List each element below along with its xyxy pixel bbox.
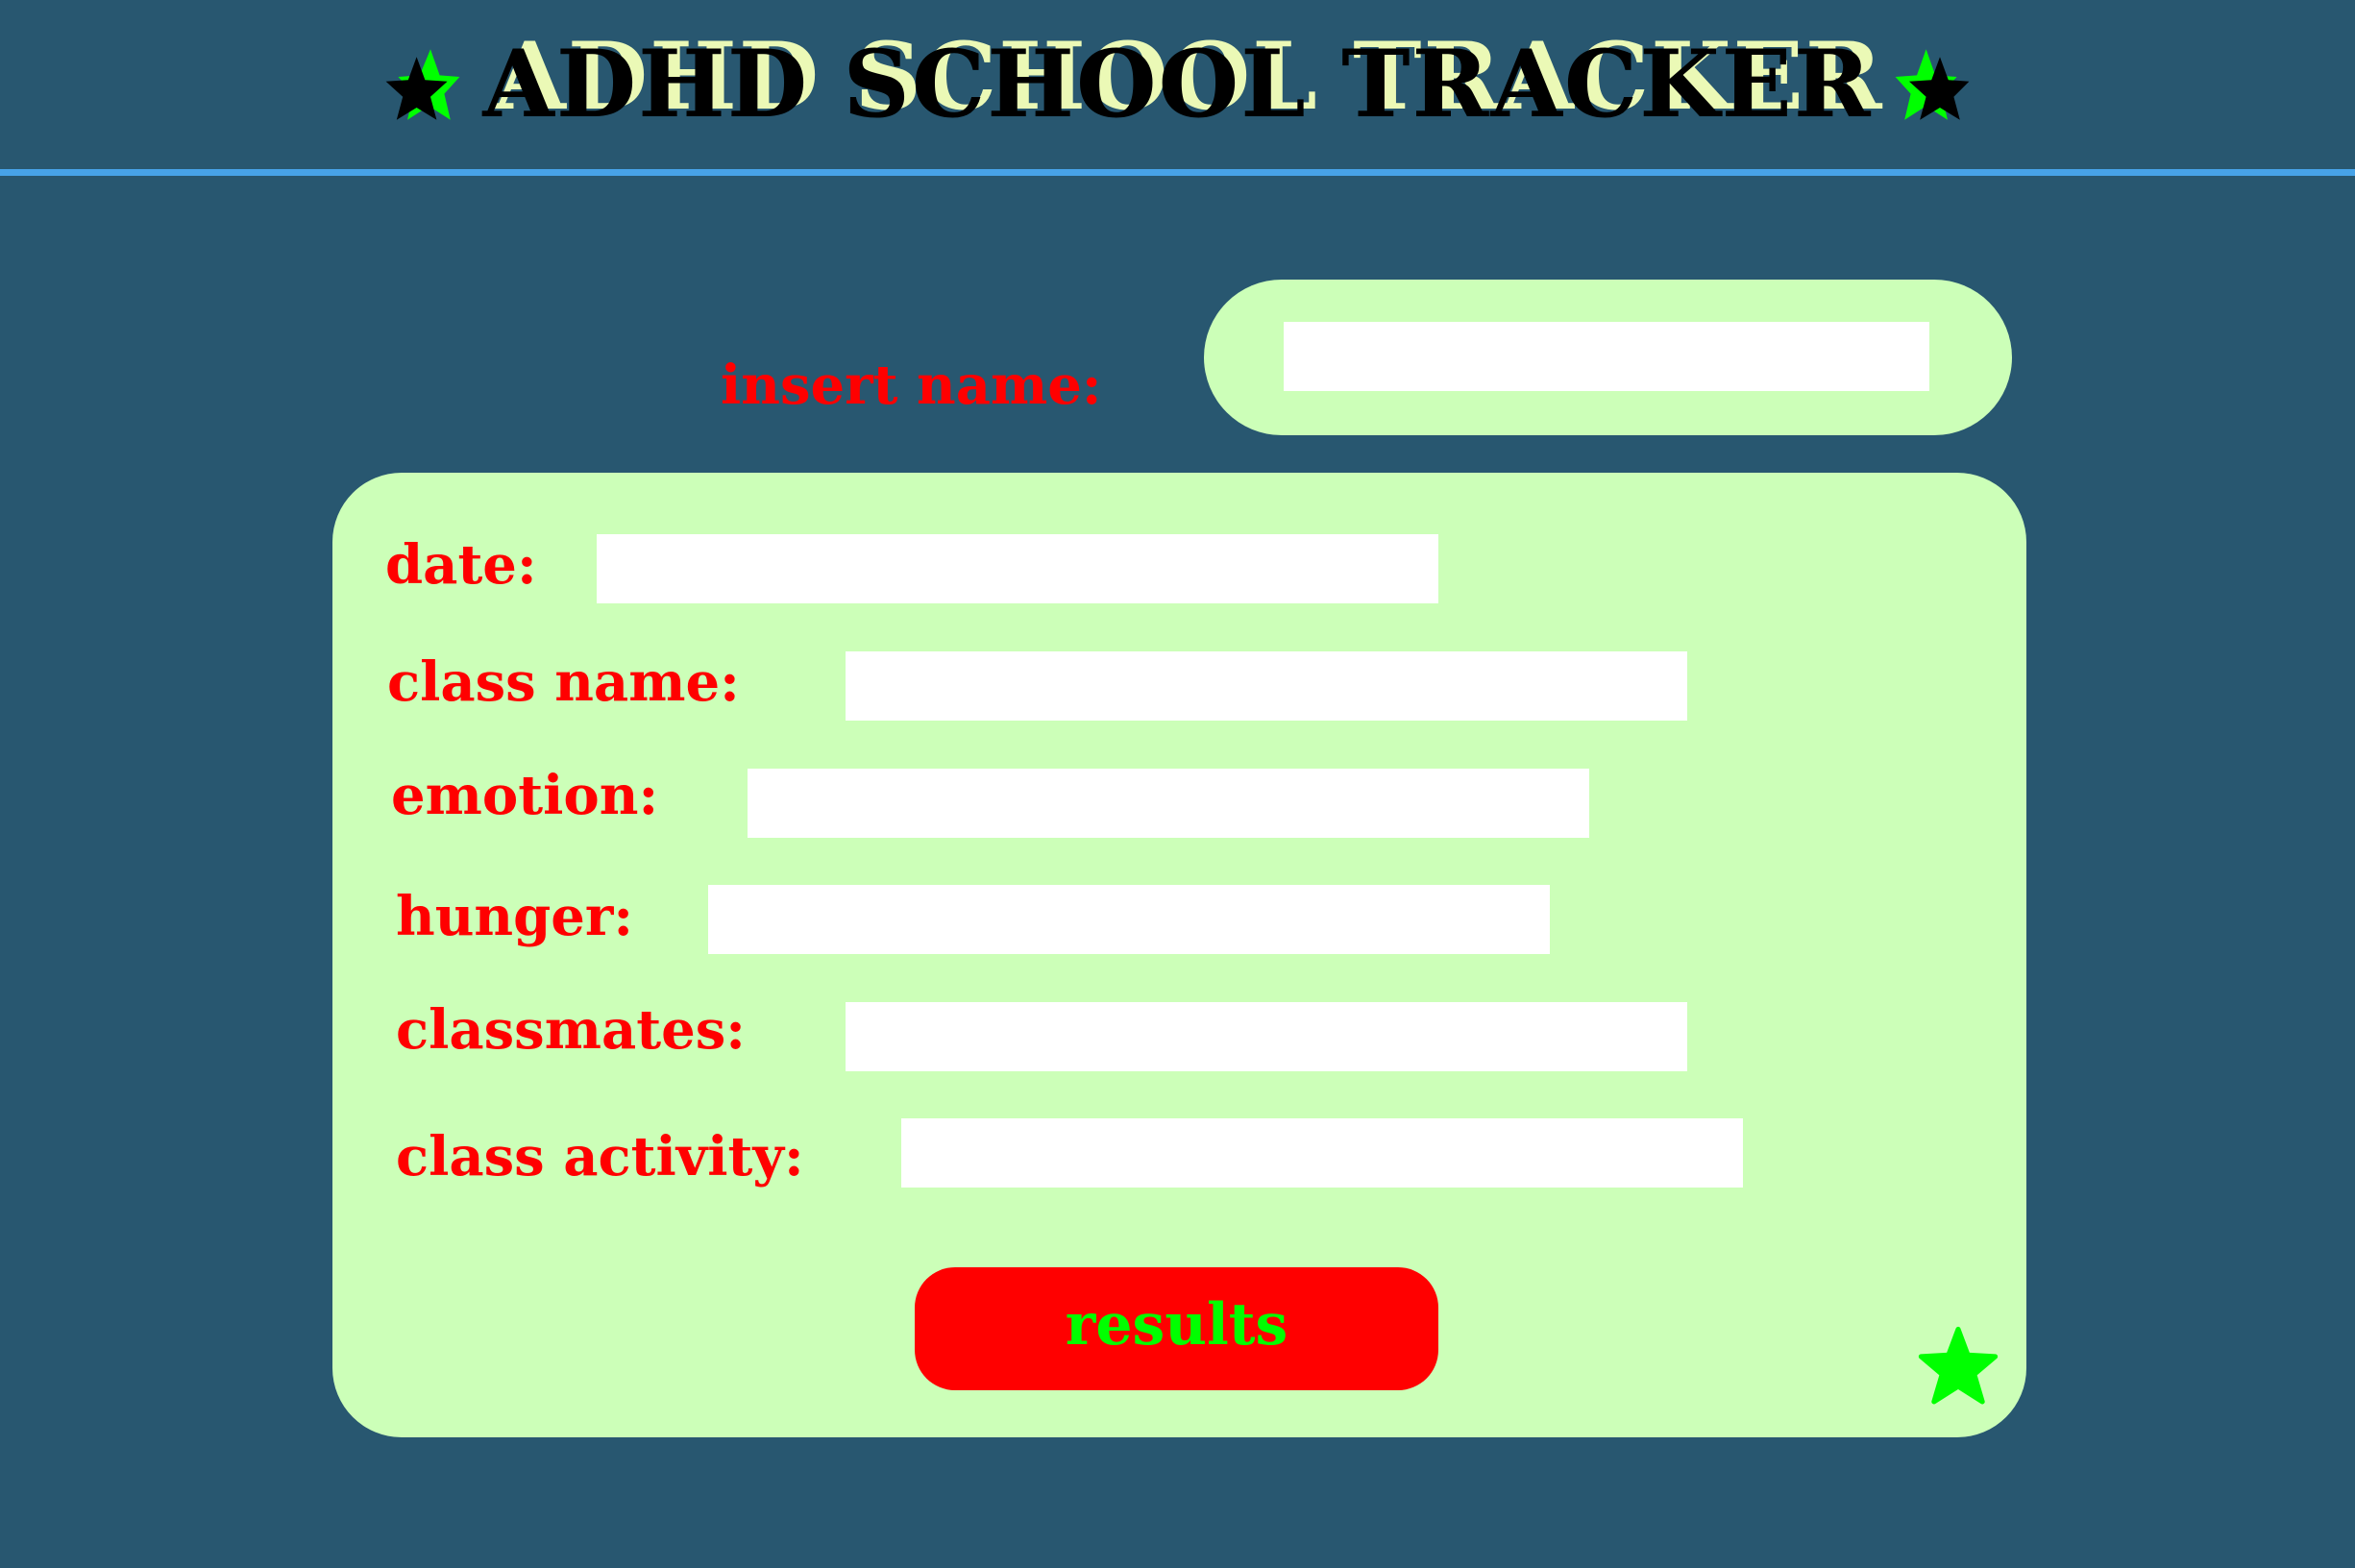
classmates-label: classmates: (396, 998, 746, 1062)
title-row: ADHD SCHOOL TRACKER (0, 0, 2355, 169)
classmates-input[interactable] (846, 1002, 1687, 1071)
emotion-input[interactable] (748, 769, 1589, 838)
results-button[interactable]: results (915, 1267, 1438, 1390)
class-name-label: class name: (387, 650, 740, 714)
class-activity-input[interactable] (901, 1118, 1743, 1188)
name-container (1204, 280, 2012, 435)
date-label: date: (385, 533, 537, 597)
hunger-label: hunger: (396, 885, 634, 948)
page-title: ADHD SCHOOL TRACKER (482, 30, 1873, 138)
star-icon (384, 46, 461, 123)
tracker-form: date: class name: emotion: hunger: class… (332, 473, 2026, 1437)
emotion-label: emotion: (391, 764, 659, 827)
star-icon (1918, 1326, 1999, 1405)
star-icon (1894, 46, 1971, 123)
date-input[interactable] (597, 534, 1438, 603)
hunger-input[interactable] (708, 885, 1550, 954)
name-label: insert name: (721, 354, 1102, 417)
class-name-input[interactable] (846, 651, 1687, 721)
name-input[interactable] (1284, 322, 1929, 391)
header-bar: ADHD SCHOOL TRACKER (0, 0, 2355, 176)
class-activity-label: class activity: (396, 1125, 804, 1188)
